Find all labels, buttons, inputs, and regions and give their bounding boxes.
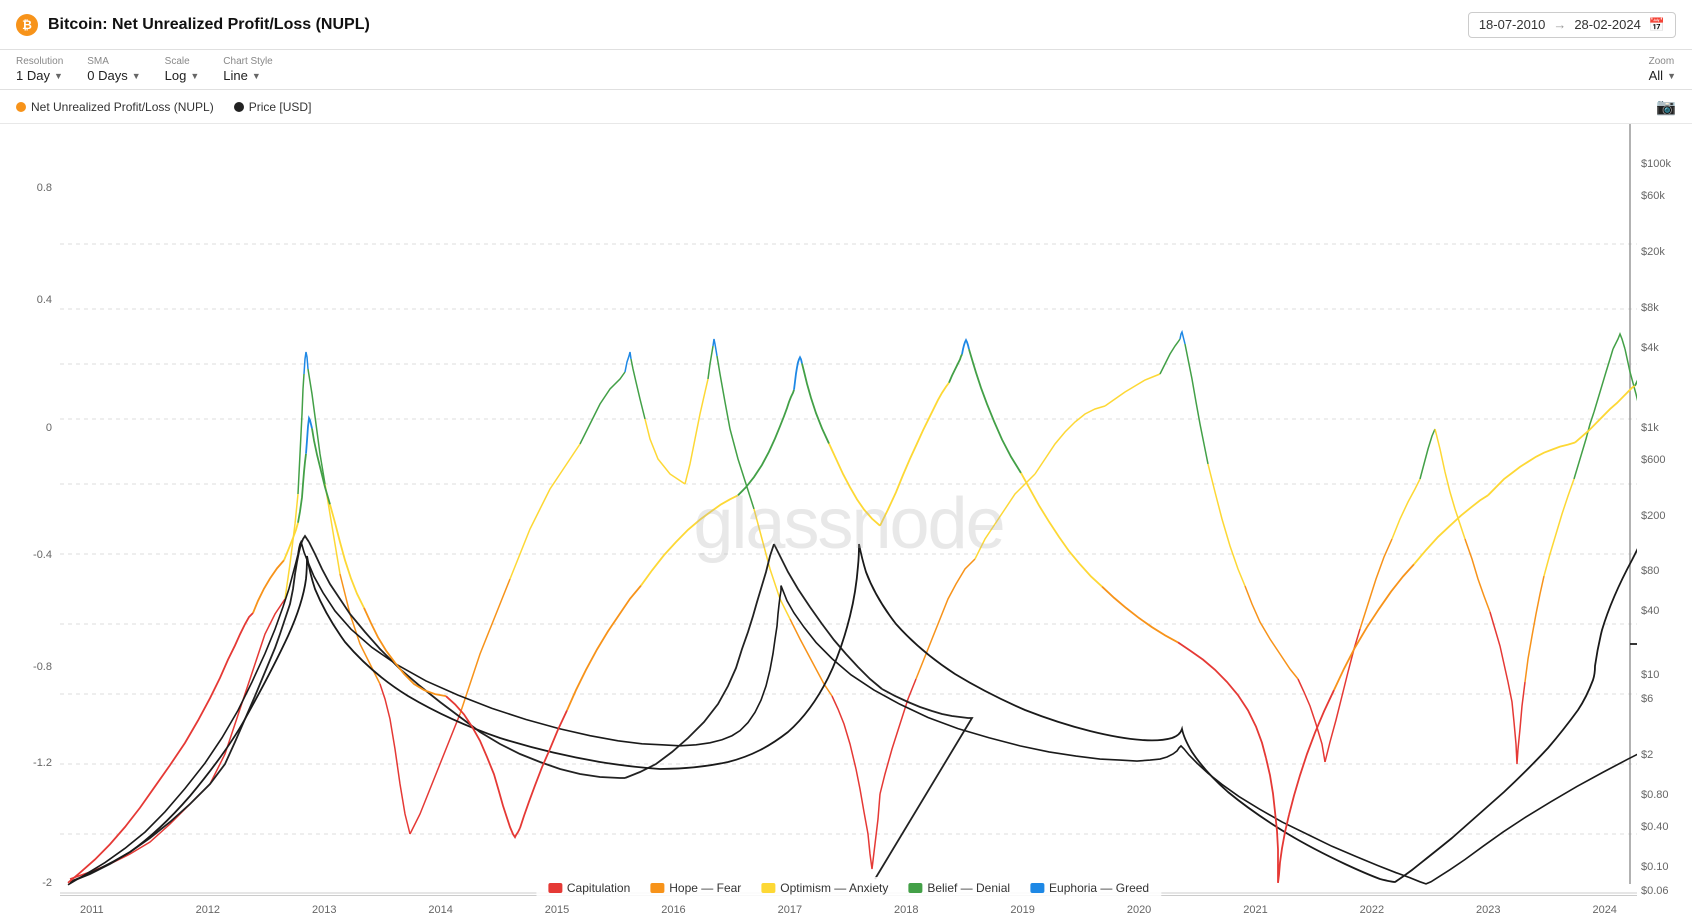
legend-item-label: Optimism — Anxiety bbox=[780, 881, 888, 895]
date-range-selector[interactable]: 18-07-2010 → 28-02-2024 📅 bbox=[1468, 12, 1676, 38]
bottom-legend-item: Capitulation bbox=[548, 881, 630, 895]
x-axis-label: 2022 bbox=[1360, 904, 1384, 916]
date-arrow: → bbox=[1553, 17, 1566, 32]
legend-item-label: Euphoria — Greed bbox=[1049, 881, 1149, 895]
zoom-control[interactable]: Zoom All ▼ bbox=[1649, 56, 1676, 83]
camera-icon[interactable]: 📷 bbox=[1656, 97, 1676, 117]
bottom-legend: Capitulation Hope — Fear Optimism — Anxiet… bbox=[536, 877, 1161, 899]
sma-chevron: ▼ bbox=[132, 71, 141, 81]
y-left-label: 0 bbox=[46, 422, 52, 434]
legend-color-rect bbox=[908, 883, 922, 893]
y-right-label: $200 bbox=[1641, 510, 1665, 522]
nupl-svg bbox=[60, 124, 1637, 895]
resolution-label: Resolution bbox=[16, 56, 63, 67]
bottom-legend-item: Belief — Denial bbox=[908, 881, 1010, 895]
price-legend-item: Price [USD] bbox=[234, 100, 312, 114]
scale-chevron: ▼ bbox=[190, 71, 199, 81]
nupl-legend-label: Net Unrealized Profit/Loss (NUPL) bbox=[31, 100, 214, 114]
price-legend-label: Price [USD] bbox=[249, 100, 312, 114]
header: ₿ Bitcoin: Net Unrealized Profit/Loss (N… bbox=[0, 0, 1692, 50]
chart-style-label: Chart Style bbox=[223, 56, 272, 67]
x-axis-label: 2013 bbox=[312, 904, 336, 916]
x-axis-label: 2019 bbox=[1010, 904, 1034, 916]
x-axis-label: 2023 bbox=[1476, 904, 1500, 916]
y-right-label: $20k bbox=[1641, 246, 1665, 258]
y-right-label: $0.06 bbox=[1641, 885, 1669, 897]
legend-item-label: Hope — Fear bbox=[669, 881, 741, 895]
y-right-label: $100k bbox=[1641, 158, 1671, 170]
nupl-legend-item: Net Unrealized Profit/Loss (NUPL) bbox=[16, 100, 214, 114]
sma-control[interactable]: SMA 0 Days ▼ bbox=[87, 56, 140, 83]
scale-control[interactable]: Scale Log ▼ bbox=[165, 56, 200, 83]
title-area: ₿ Bitcoin: Net Unrealized Profit/Loss (N… bbox=[16, 14, 370, 36]
legend-item-label: Capitulation bbox=[567, 881, 630, 895]
y-right-label: $0.10 bbox=[1641, 861, 1669, 873]
x-axis-label: 2021 bbox=[1243, 904, 1267, 916]
zoom-label: Zoom bbox=[1649, 56, 1676, 67]
x-axis-label: 2012 bbox=[196, 904, 220, 916]
y-right-label: $10 bbox=[1641, 669, 1659, 681]
x-axis-label: 2016 bbox=[661, 904, 685, 916]
y-axis-right: $100k $60k $20k $8k $4k $1k $600 $200 $80 $40 $10 $… bbox=[1637, 124, 1692, 923]
btc-icon: ₿ bbox=[16, 14, 38, 36]
x-axis-label: 2011 bbox=[80, 904, 104, 916]
y-left-label: 0.4 bbox=[37, 294, 52, 306]
y-right-label: $4k bbox=[1641, 342, 1659, 354]
y-axis-left: 0.8 0.4 0 -0.4 -0.8 -1.2 -2 bbox=[0, 124, 60, 923]
y-right-label: $80 bbox=[1641, 565, 1659, 577]
resolution-value[interactable]: 1 Day ▼ bbox=[16, 68, 63, 83]
y-right-label: $60k bbox=[1641, 190, 1665, 202]
y-left-label: -0.8 bbox=[33, 661, 52, 673]
y-left-label: 0.8 bbox=[37, 182, 52, 194]
chart-style-chevron: ▼ bbox=[252, 71, 261, 81]
x-axis-label: 2017 bbox=[778, 904, 802, 916]
resolution-chevron: ▼ bbox=[54, 71, 63, 81]
scale-value[interactable]: Log ▼ bbox=[165, 68, 200, 83]
legend-color-rect bbox=[1030, 883, 1044, 893]
chart-style-value[interactable]: Line ▼ bbox=[223, 68, 272, 83]
resolution-control[interactable]: Resolution 1 Day ▼ bbox=[16, 56, 63, 83]
date-end: 28-02-2024 bbox=[1574, 17, 1641, 32]
y-right-label: $8k bbox=[1641, 302, 1659, 314]
chart-style-control[interactable]: Chart Style Line ▼ bbox=[223, 56, 272, 83]
legend-bar: Net Unrealized Profit/Loss (NUPL) Price … bbox=[0, 90, 1692, 124]
chart-container: 0.8 0.4 0 -0.4 -0.8 -1.2 -2 bbox=[0, 124, 1692, 923]
y-right-label: $1k bbox=[1641, 422, 1659, 434]
legend-color-rect bbox=[650, 883, 664, 893]
sma-value[interactable]: 0 Days ▼ bbox=[87, 68, 140, 83]
calendar-icon: 📅 bbox=[1649, 17, 1665, 33]
x-axis-label: 2018 bbox=[894, 904, 918, 916]
y-right-label: $0.80 bbox=[1641, 789, 1669, 801]
y-right-label: $6 bbox=[1641, 693, 1653, 705]
x-axis-label: 2020 bbox=[1127, 904, 1151, 916]
bottom-legend-item: Hope — Fear bbox=[650, 881, 741, 895]
date-start: 18-07-2010 bbox=[1479, 17, 1546, 32]
price-legend-dot bbox=[234, 102, 244, 112]
controls-bar: Resolution 1 Day ▼ SMA 0 Days ▼ Scale Lo… bbox=[0, 50, 1692, 90]
x-axis-label: 2014 bbox=[428, 904, 452, 916]
zoom-value[interactable]: All ▼ bbox=[1649, 68, 1676, 83]
x-axis-label: 2015 bbox=[545, 904, 569, 916]
bottom-legend-item: Optimism — Anxiety bbox=[761, 881, 888, 895]
x-axis-label: 2024 bbox=[1592, 904, 1616, 916]
y-left-label: -1.2 bbox=[33, 757, 52, 769]
y-right-label: $2 bbox=[1641, 749, 1653, 761]
bottom-legend-item: Euphoria — Greed bbox=[1030, 881, 1149, 895]
y-right-label: $0.40 bbox=[1641, 821, 1669, 833]
y-left-label: -0.4 bbox=[33, 549, 52, 561]
legend-color-rect bbox=[548, 883, 562, 893]
y-left-label: -2 bbox=[42, 877, 52, 889]
legend-color-rect bbox=[761, 883, 775, 893]
zoom-chevron: ▼ bbox=[1667, 71, 1676, 81]
chart-area: 2011 2012 2013 2014 2015 2016 2017 2018 2019 2020… bbox=[60, 124, 1637, 923]
nupl-legend-dot bbox=[16, 102, 26, 112]
y-right-label: $600 bbox=[1641, 454, 1665, 466]
y-right-label: $40 bbox=[1641, 605, 1659, 617]
x-axis: 2011 2012 2013 2014 2015 2016 2017 2018 2019 2020… bbox=[60, 895, 1637, 923]
page-title: Bitcoin: Net Unrealized Profit/Loss (NUP… bbox=[48, 16, 370, 34]
legend-item-label: Belief — Denial bbox=[927, 881, 1010, 895]
sma-label: SMA bbox=[87, 56, 140, 67]
scale-label: Scale bbox=[165, 56, 200, 67]
